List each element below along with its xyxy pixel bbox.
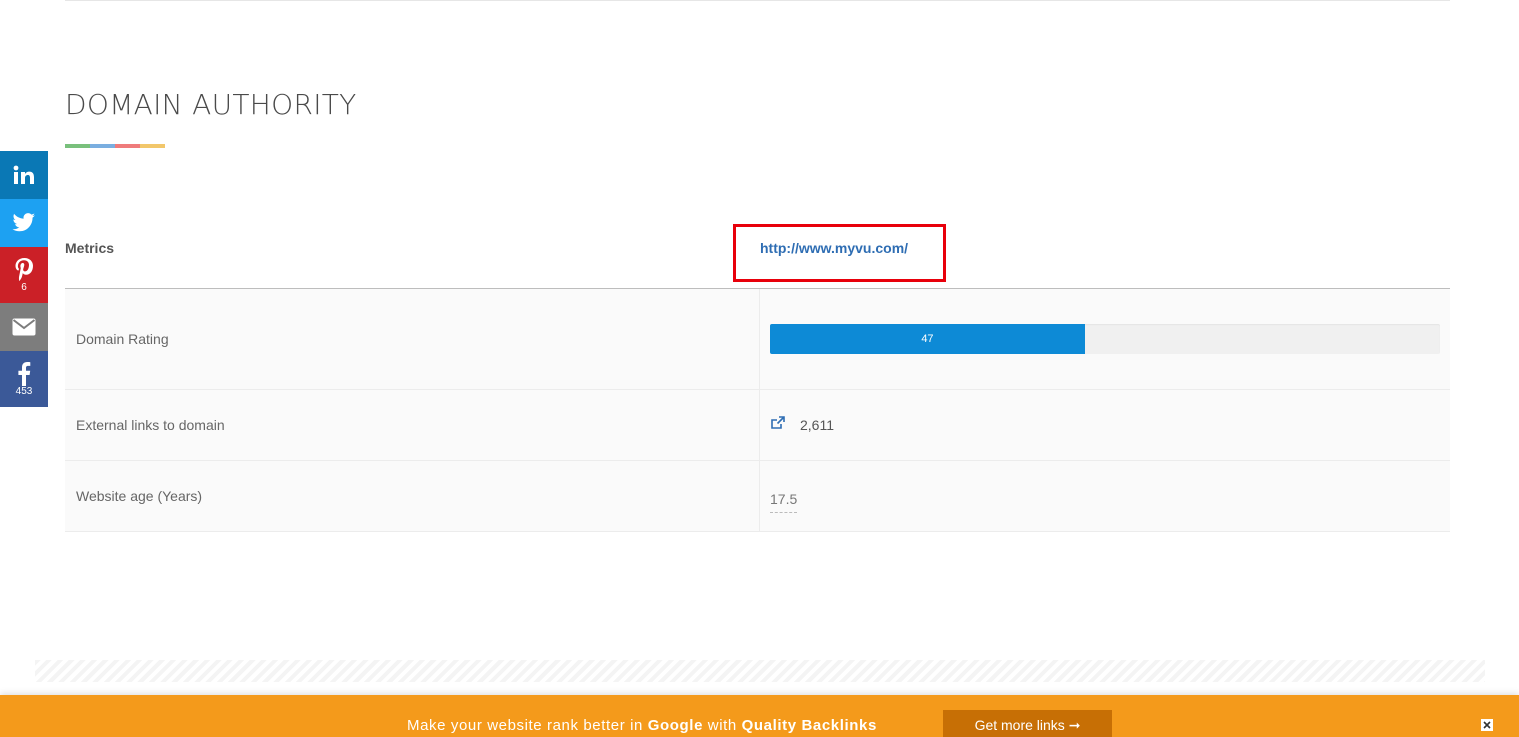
- close-icon: [1483, 721, 1491, 729]
- underline-segment-red: [115, 144, 140, 148]
- underline-segment-green: [65, 144, 90, 148]
- promo-bar: Make your website rank better in Google …: [0, 695, 1519, 737]
- share-facebook-button[interactable]: 453: [0, 351, 48, 407]
- website-age-label: Website age (Years): [65, 461, 760, 531]
- external-links-label: External links to domain: [65, 390, 760, 460]
- domain-rating-cell: 47: [760, 289, 1450, 389]
- section-title: DOMAIN AUTHORITY: [65, 88, 357, 121]
- facebook-icon: [18, 361, 31, 386]
- email-icon: [12, 318, 36, 336]
- linkedin-icon: [13, 165, 34, 184]
- share-pinterest-button[interactable]: 6: [0, 247, 48, 303]
- external-link-icon[interactable]: [770, 415, 786, 435]
- promo-text: Make your website rank better in Google …: [407, 717, 877, 734]
- share-twitter-button[interactable]: [0, 199, 48, 247]
- metrics-header-row: Metrics http://www.myvu.com/: [65, 207, 1450, 289]
- underline-segment-yellow: [140, 144, 165, 148]
- share-email-button[interactable]: [0, 303, 48, 351]
- promo-text-before: Make your website rank better in: [407, 717, 648, 734]
- domain-url-link[interactable]: http://www.myvu.com/: [760, 240, 908, 256]
- table-row-website-age: Website age (Years) 17.5: [65, 461, 1450, 532]
- title-underline: [65, 144, 165, 148]
- share-linkedin-button[interactable]: [0, 151, 48, 199]
- external-links-value: 2,611: [800, 417, 834, 433]
- domain-rating-progress-bar: 47: [770, 324, 1085, 354]
- domain-rating-value: 47: [921, 333, 934, 345]
- table-row-domain-rating: Domain Rating 47: [65, 289, 1450, 390]
- promo-brand: Google: [647, 717, 704, 734]
- twitter-icon: [12, 213, 35, 232]
- domain-rating-progress-track: 47: [770, 324, 1440, 354]
- external-links-cell: 2,611: [760, 390, 1450, 460]
- metrics-table: Metrics http://www.myvu.com/ Domain Rati…: [65, 207, 1450, 532]
- top-divider: [65, 0, 1450, 1]
- table-row-external-links: External links to domain 2,611: [65, 390, 1450, 461]
- promo-highlight: Quality Backlinks: [741, 717, 877, 734]
- pinterest-icon: [15, 257, 33, 281]
- underline-segment-blue: [90, 144, 115, 148]
- social-share-bar: 6 453: [0, 151, 48, 407]
- metrics-header-label: Metrics: [65, 240, 115, 256]
- facebook-share-count: 453: [15, 385, 33, 397]
- pinterest-share-count: 6: [21, 281, 27, 293]
- promo-text-middle: with: [703, 717, 742, 734]
- domain-rating-label: Domain Rating: [65, 289, 760, 389]
- website-age-cell: 17.5: [760, 461, 1450, 531]
- striped-separator: [35, 660, 1485, 682]
- promo-close-button[interactable]: [1481, 719, 1493, 731]
- website-age-value: 17.5: [770, 491, 798, 513]
- get-more-links-button[interactable]: Get more links ➞: [943, 710, 1112, 737]
